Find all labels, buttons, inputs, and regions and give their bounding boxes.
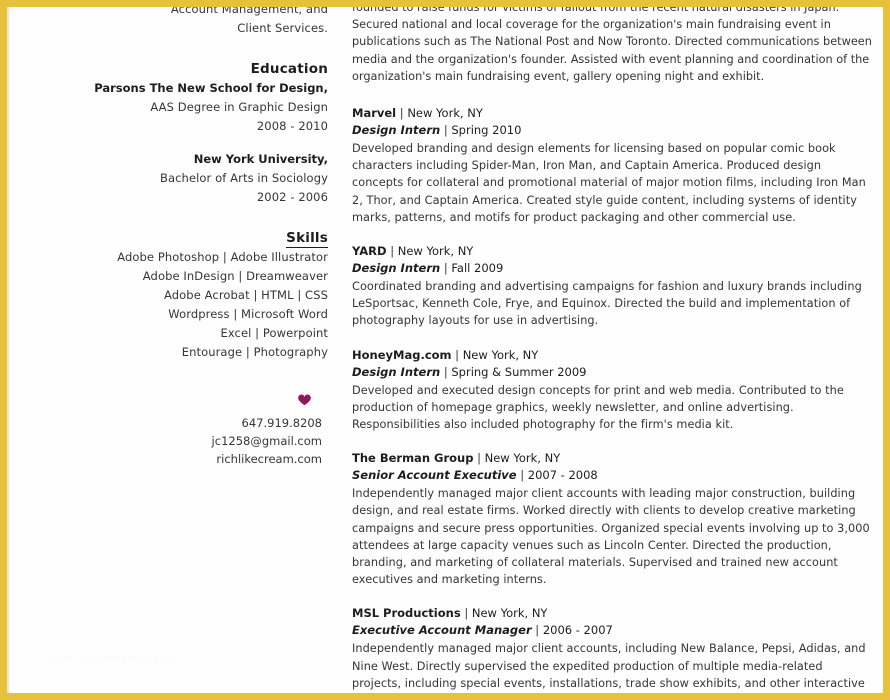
separator-icon: | (520, 468, 525, 483)
job-dates: Spring 2010 (451, 123, 522, 138)
separator-icon: | (399, 106, 404, 121)
job-company-line: YARD | New York, NY (352, 243, 872, 260)
job-role-line: Executive Account Manager | 2006 - 2007 (352, 622, 872, 639)
intro-continued-line-2: Client Services. (237, 21, 328, 35)
job-company-line: MSL Productions | New York, NY (352, 605, 872, 622)
job-dates: 2007 - 2008 (527, 468, 598, 483)
job-entry: YARD | New York, NY Design Intern | Fall… (352, 243, 872, 330)
contact-phone[interactable]: 647.919.8208 (7, 414, 328, 432)
job-description: Developed and executed design concepts f… (352, 383, 844, 432)
job-company-name: YARD (352, 244, 387, 259)
job-description: Independently managed major client accou… (352, 642, 866, 690)
job-location: New York, NY (407, 106, 483, 121)
resume-sidebar: Account Management, and Client Services.… (7, 2, 334, 468)
job-role-title: Design Intern (352, 123, 441, 138)
heart-icon (298, 394, 311, 406)
job-entry: The Berman Group | New York, NY Senior A… (352, 450, 872, 588)
separator-icon: | (443, 123, 448, 138)
skills-heading-text: Skills (286, 230, 328, 248)
intro-continued-line-1: Account Management, and (170, 2, 328, 16)
job-entry: Marvel | New York, NY Design Intern | Sp… (352, 105, 872, 226)
education-heading: Education (250, 61, 328, 77)
skills-heading: Skills (7, 229, 334, 248)
job-entry: MSL Productions | New York, NY Executive… (352, 605, 872, 693)
resume-columns: Account Management, and Client Services.… (7, 7, 883, 693)
separator-icon: | (455, 347, 460, 362)
skills-line-6: Entourage | Photography (181, 345, 328, 359)
contact-website[interactable]: richlikecream.com (7, 450, 328, 468)
job-entry: HoneyMag.com | New York, NY Design Inter… (352, 347, 872, 434)
resume-page: Account Management, and Client Services.… (0, 0, 890, 700)
skills-line-1: Adobe Photoshop | Adobe Illustrator (117, 250, 328, 264)
resume-main-column: founded to raise funds for victims of fa… (352, 1, 872, 693)
skills-line-2: Adobe InDesign | Dreamweaver (142, 269, 328, 283)
separator-icon: | (535, 623, 540, 638)
separator-icon: | (390, 244, 395, 259)
job-role-title: Executive Account Manager (352, 623, 532, 638)
separator-icon: | (464, 606, 469, 621)
education-degree-2: Bachelor of Arts in Sociology (160, 171, 328, 185)
job-company-name: HoneyMag.com (352, 347, 452, 362)
job-company-line: HoneyMag.com | New York, NY (352, 347, 872, 364)
job-location: New York, NY (484, 451, 561, 466)
contact-block: 647.919.8208 jc1258@gmail.com richlikecr… (7, 392, 334, 468)
job-location: New York, NY (471, 606, 548, 621)
separator-icon: | (443, 261, 448, 276)
job-company-line: The Berman Group | New York, NY (352, 450, 872, 467)
skills-line-5: Excel | Powerpoint (220, 326, 328, 340)
job-company-name: MSL Productions (352, 606, 461, 621)
job-location: New York, NY (462, 347, 539, 362)
job-dates: Fall 2009 (451, 261, 504, 276)
job-dates: Spring & Summer 2009 (451, 364, 587, 379)
job-role-title: Design Intern (352, 364, 441, 379)
education-school-2: New York University, (193, 152, 328, 166)
job-company-name: The Berman Group (352, 451, 474, 466)
job-location: New York, NY (397, 244, 474, 259)
education-years-2: 2002 - 2006 (256, 190, 328, 204)
skills-line-3: Adobe Acrobat | HTML | CSS (164, 288, 328, 302)
skills-line-4: Wordpress | Microsoft Word (168, 307, 328, 321)
job-role-line: Senior Account Executive | 2007 - 2008 (352, 467, 872, 484)
job-role-title: Senior Account Executive (352, 468, 517, 483)
job-role-title: Design Intern (352, 261, 441, 276)
job-company-line: Marvel | New York, NY (352, 105, 872, 122)
job-description: Independently managed major client accou… (352, 487, 870, 587)
watermark: www.resumetemplate.org (47, 652, 180, 664)
contact-email[interactable]: jc1258@gmail.com (7, 432, 328, 450)
education-degree-1: AAS Degree in Graphic Design (150, 100, 328, 114)
separator-icon: | (477, 451, 481, 466)
job-role-line: Design Intern | Spring & Summer 2009 (352, 364, 872, 381)
education-school-1: Parsons The New School for Design, (94, 81, 328, 95)
job-role-line: Design Intern | Spring 2010 (352, 122, 872, 139)
education-years-1: 2008 - 2010 (256, 119, 328, 133)
job-dates: 2006 - 2007 (542, 623, 613, 638)
job-description: Developed branding and design elements f… (352, 142, 866, 224)
job-description: Coordinated branding and advertising cam… (352, 280, 862, 328)
lead-paragraph: founded to raise funds for victims of fa… (352, 1, 872, 83)
job-role-line: Design Intern | Fall 2009 (352, 260, 872, 277)
separator-icon: | (443, 364, 448, 379)
job-company-name: Marvel (352, 106, 397, 121)
